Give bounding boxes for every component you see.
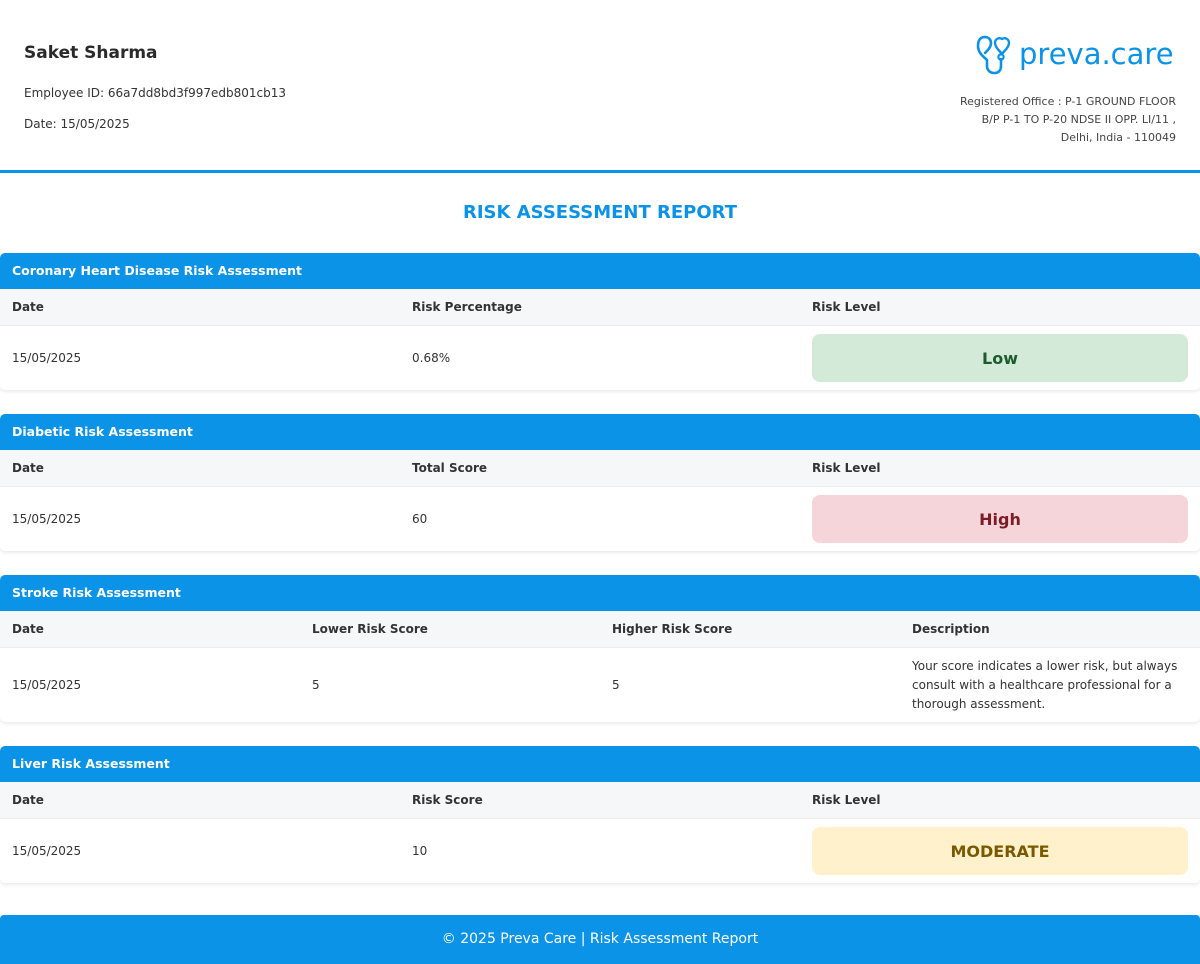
section-title: Diabetic Risk Assessment [0,414,1200,450]
report-header: Saket Sharma Employee ID: 66a7dd8bd3f997… [0,0,1200,173]
risk-level-badge: High [812,495,1188,543]
cell-total-score: 60 [412,512,428,526]
stroke-risk-section: Stroke Risk Assessment Date Lower Risk S… [0,575,1200,722]
liver-risk-section: Liver Risk Assessment Date Risk Score Ri… [0,746,1200,883]
column-header-risk-level: Risk Level [812,793,881,807]
column-header-description: Description [912,622,990,636]
stethoscope-heart-icon [976,35,1011,75]
column-header-risk-level: Risk Level [812,461,881,475]
registered-office-address: Registered Office : P-1 GROUND FLOOR B/P… [916,93,1176,147]
table-row: 15/05/2025 10 MODERATE [0,819,1200,883]
logo-text: preva.care [1019,37,1174,71]
section-title: Liver Risk Assessment [0,746,1200,782]
report-title: RISK ASSESSMENT REPORT [463,202,737,223]
cell-date: 15/05/2025 [12,351,82,365]
risk-level-badge: Low [812,334,1188,382]
office-line: B/P P-1 TO P-20 NDSE II OPP. LI/11 , [981,113,1176,126]
table-row: 15/05/2025 5 5 Your score indicates a lo… [0,648,1200,722]
office-line: Registered Office : P-1 GROUND FLOOR [959,95,1176,108]
column-header-date: Date [12,300,44,314]
table-row: 15/05/2025 60 High [0,487,1200,551]
employee-name: Saket Sharma [24,43,158,63]
cell-date: 15/05/2025 [12,678,82,692]
report-footer: © 2025 Preva Care | Risk Assessment Repo… [0,915,1200,964]
column-header-total-score: Total Score [412,461,488,475]
column-header-risk-level: Risk Level [812,300,881,314]
column-header-risk-score: Risk Score [412,793,483,807]
risk-level-badge: MODERATE [812,827,1188,875]
column-header-higher-risk-score: Higher Risk Score [612,622,733,636]
description-text: Your score indicates a lower risk, but a… [912,658,1178,711]
section-title: Stroke Risk Assessment [0,575,1200,611]
table-header-row: Date Total Score Risk Level [0,450,1200,487]
cell-description: Your score indicates a lower risk, but a… [912,648,1192,722]
table-header-row: Date Lower Risk Score Higher Risk Score … [0,611,1200,648]
cell-higher-risk-score: 5 [612,678,620,692]
chd-risk-section: Coronary Heart Disease Risk Assessment D… [0,253,1200,390]
table-header-row: Date Risk Score Risk Level [0,782,1200,819]
column-header-lower-risk-score: Lower Risk Score [312,622,428,636]
report-date: Date: 15/05/2025 [24,117,130,131]
cell-lower-risk-score: 5 [312,678,320,692]
column-header-date: Date [12,461,44,475]
employee-id: Employee ID: 66a7dd8bd3f997edb801cb13 [24,86,287,100]
office-line: Delhi, India - 110049 [1060,131,1176,144]
column-header-date: Date [12,622,44,636]
table-row: 15/05/2025 0.68% Low [0,326,1200,390]
preva-care-logo: preva.care [975,32,1174,76]
column-header-date: Date [12,793,44,807]
diabetic-risk-section: Diabetic Risk Assessment Date Total Scor… [0,414,1200,551]
table-header-row: Date Risk Percentage Risk Level [0,289,1200,326]
section-title: Coronary Heart Disease Risk Assessment [0,253,1200,289]
column-header-risk-percentage: Risk Percentage [412,300,522,314]
cell-risk-score: 10 [412,844,428,858]
cell-risk-percentage: 0.68% [412,351,451,365]
cell-date: 15/05/2025 [12,844,82,858]
cell-date: 15/05/2025 [12,512,82,526]
